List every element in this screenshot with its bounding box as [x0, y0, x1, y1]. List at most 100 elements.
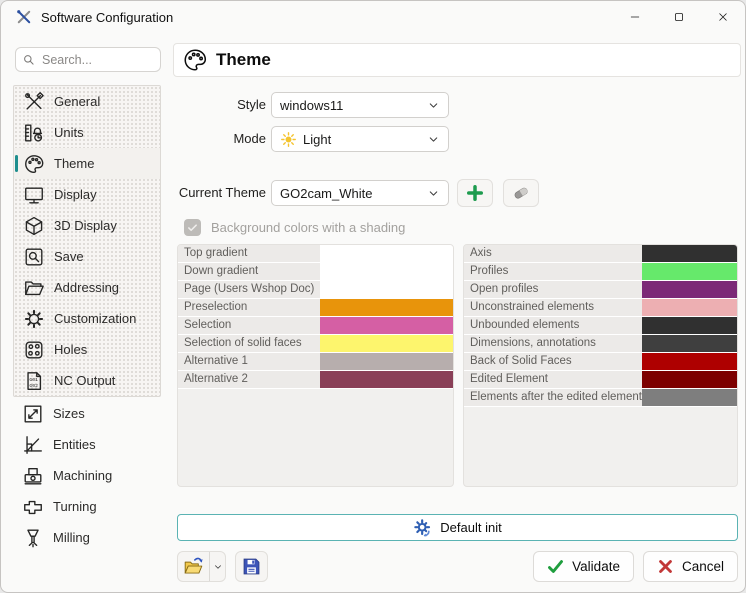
color-swatch[interactable] — [642, 299, 737, 316]
shading-checkbox[interactable] — [184, 219, 201, 236]
sidebar-item-customization[interactable]: Customization — [14, 303, 160, 334]
color-swatch[interactable] — [320, 263, 453, 280]
sidebar-item-general[interactable]: General — [14, 86, 160, 117]
floppy-disk-icon — [241, 556, 262, 577]
sidebar-item-label: Turning — [53, 499, 97, 514]
sidebar-item-label: Addressing — [54, 280, 119, 295]
minimize-button[interactable] — [613, 1, 657, 33]
add-theme-button[interactable] — [457, 179, 493, 207]
sidebar-item-entities[interactable]: Entities — [13, 429, 161, 460]
open-folder-icon — [183, 556, 204, 577]
sidebar-item-sizes[interactable]: Sizes — [13, 398, 161, 429]
default-init-button[interactable]: Default init — [177, 514, 738, 541]
current-theme-dropdown[interactable]: GO2cam_White — [271, 180, 449, 206]
color-row-back-of-solid-faces[interactable]: Back of Solid Faces — [464, 353, 737, 371]
sidebar-item-units[interactable]: Units — [14, 117, 160, 148]
color-row-profiles[interactable]: Profiles — [464, 263, 737, 281]
sidebar-item-save[interactable]: Save — [14, 241, 160, 272]
sidebar-item-label: Sizes — [53, 406, 85, 421]
check-icon — [187, 222, 198, 233]
color-swatch[interactable] — [320, 299, 453, 316]
sidebar-item-nc-output[interactable]: G01 G02 NC Output — [14, 365, 160, 396]
erase-theme-button[interactable] — [503, 179, 539, 207]
sun-icon — [280, 131, 297, 148]
svg-text:G01: G01 — [29, 377, 38, 383]
color-row-open-profiles[interactable]: Open profiles — [464, 281, 737, 299]
save-theme-button[interactable] — [235, 551, 268, 582]
sidebar-item-display[interactable]: Display — [14, 179, 160, 210]
color-swatch[interactable] — [642, 371, 737, 388]
titlebar: Software Configuration — [1, 1, 745, 33]
search-box[interactable] — [15, 47, 161, 72]
background-colors-table: Top gradient Down gradient Page (Users W… — [177, 244, 454, 487]
sidebar-item-milling[interactable]: Milling — [13, 522, 161, 553]
color-row-unbounded-elements[interactable]: Unbounded elements — [464, 317, 737, 335]
color-row-unconstrained-elements[interactable]: Unconstrained elements — [464, 299, 737, 317]
color-swatch[interactable] — [642, 281, 737, 298]
color-row-label: Edited Element — [464, 371, 642, 388]
search-input[interactable] — [42, 53, 154, 67]
color-swatch[interactable] — [642, 263, 737, 280]
color-swatch[interactable] — [320, 245, 453, 262]
color-row-label: Back of Solid Faces — [464, 353, 642, 370]
color-row-label: Alternative 1 — [178, 353, 320, 370]
sidebar-item-label: General — [54, 94, 100, 109]
sidebar-item-theme[interactable]: Theme — [14, 148, 160, 179]
color-swatch[interactable] — [642, 245, 737, 262]
sidebar-nav-group: General Units Theme — [13, 85, 161, 397]
milling-icon — [22, 527, 44, 549]
color-row-selection-solid-faces[interactable]: Selection of solid faces — [178, 335, 453, 353]
default-init-label: Default init — [440, 520, 501, 535]
close-icon — [716, 10, 730, 24]
sidebar-item-3d-display[interactable]: 3D Display — [14, 210, 160, 241]
sidebar-item-machining[interactable]: Machining — [13, 460, 161, 491]
color-swatch[interactable] — [320, 335, 453, 352]
color-swatch[interactable] — [320, 281, 453, 298]
open-theme-split-button — [177, 551, 226, 582]
validate-button[interactable]: Validate — [533, 551, 634, 582]
current-theme-label: Current Theme — [171, 180, 266, 206]
color-swatch[interactable] — [642, 389, 737, 406]
sidebar-item-turning[interactable]: Turning — [13, 491, 161, 522]
color-row-axis[interactable]: Axis — [464, 245, 737, 263]
sidebar-item-addressing[interactable]: Addressing — [14, 272, 160, 303]
color-swatch[interactable] — [642, 317, 737, 334]
gear-icon — [23, 308, 45, 330]
style-label: Style — [171, 92, 266, 118]
close-button[interactable] — [701, 1, 745, 33]
color-row-dimensions-annotations[interactable]: Dimensions, annotations — [464, 335, 737, 353]
color-swatch[interactable] — [320, 371, 453, 388]
style-dropdown[interactable]: windows11 — [271, 92, 449, 118]
color-swatch[interactable] — [642, 353, 737, 370]
color-swatch[interactable] — [320, 353, 453, 370]
window-controls — [613, 1, 745, 33]
color-row-top-gradient[interactable]: Top gradient — [178, 245, 453, 263]
mode-value: Light — [303, 132, 331, 147]
green-check-icon — [547, 558, 564, 575]
color-row-edited-element[interactable]: Edited Element — [464, 371, 737, 389]
sidebar-item-label: Machining — [53, 468, 112, 483]
holes-icon — [23, 339, 45, 361]
color-row-alternative-2[interactable]: Alternative 2 — [178, 371, 453, 389]
color-swatch[interactable] — [320, 317, 453, 334]
color-swatch[interactable] — [642, 335, 737, 352]
open-theme-dropdown-arrow[interactable] — [210, 552, 225, 581]
color-row-selection[interactable]: Selection — [178, 317, 453, 335]
mode-dropdown[interactable]: Light — [271, 126, 449, 152]
sidebar-item-holes[interactable]: Holes — [14, 334, 160, 365]
palette-icon — [23, 153, 45, 175]
color-row-alternative-1[interactable]: Alternative 1 — [178, 353, 453, 371]
color-row-down-gradient[interactable]: Down gradient — [178, 263, 453, 281]
color-row-preselection[interactable]: Preselection — [178, 299, 453, 317]
nc-document-icon: G01 G02 — [23, 370, 45, 392]
color-row-elements-after-edited[interactable]: Elements after the edited element — [464, 389, 737, 407]
chevron-down-icon — [213, 562, 223, 572]
maximize-button[interactable] — [657, 1, 701, 33]
turning-icon — [22, 496, 44, 518]
open-theme-button[interactable] — [178, 552, 209, 581]
entities-icon — [22, 434, 44, 456]
cancel-button[interactable]: Cancel — [643, 551, 738, 582]
chevron-down-icon — [427, 187, 440, 200]
minimize-icon — [628, 10, 642, 24]
color-row-page[interactable]: Page (Users Wshop Doc) — [178, 281, 453, 299]
